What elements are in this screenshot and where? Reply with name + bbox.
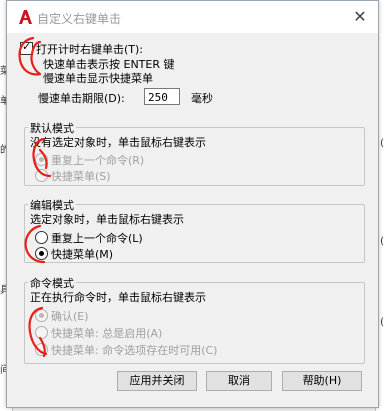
edit-shortcut-menu-radio[interactable] xyxy=(35,247,48,260)
command-confirm-label[interactable]: 确认(E) xyxy=(51,308,89,324)
command-shortcut-always-label[interactable]: 快捷菜单: 总是启用(A) xyxy=(51,325,162,341)
enable-timed-right-click-checkbox[interactable]: ✓ xyxy=(20,40,33,55)
command-mode-description: 正在执行命令时，单击鼠标右键表示 xyxy=(30,291,206,304)
apply-and-close-button[interactable]: 应用并关闭 xyxy=(117,371,197,391)
edit-repeat-last-radio[interactable] xyxy=(35,231,48,244)
default-shortcut-menu-label[interactable]: 快捷菜单(S) xyxy=(51,168,111,184)
default-repeat-last-label[interactable]: 重复上一个命令(R) xyxy=(51,152,144,168)
edit-repeat-last-label[interactable]: 重复上一个命令(L) xyxy=(51,230,143,246)
slow-click-unit: 毫秒 xyxy=(191,92,213,105)
default-mode-description: 没有选定对象时，单击鼠标右键表示 xyxy=(30,136,206,149)
command-shortcut-options-radio[interactable] xyxy=(35,343,48,356)
help-button[interactable]: 帮助(H) xyxy=(282,371,362,391)
default-shortcut-menu-radio[interactable] xyxy=(35,169,48,182)
autocad-app-icon xyxy=(19,10,32,24)
title-bar[interactable]: 自定义右键单击 ✕ xyxy=(7,1,378,33)
edit-shortcut-menu-label[interactable]: 快捷菜单(M) xyxy=(51,246,113,262)
command-confirm-radio[interactable] xyxy=(35,309,48,322)
command-shortcut-always-radio[interactable] xyxy=(35,326,48,339)
enable-timed-right-click-label[interactable]: 打开计时右键单击(T): xyxy=(36,41,143,57)
checkmark-icon: ✓ xyxy=(22,40,32,53)
default-repeat-last-radio[interactable] xyxy=(35,153,48,166)
edit-mode-description: 选定对象时，单击鼠标右键表示 xyxy=(30,213,184,226)
slow-click-duration-input[interactable]: 250 xyxy=(144,88,180,105)
right-click-dialog: 自定义右键单击 ✕ ✓ 打开计时右键单击(T): 快速单击表示按 ENTER 键… xyxy=(6,0,379,408)
bg-text-fragment: ( xyxy=(380,236,384,247)
bg-text-fragment: ( xyxy=(380,317,384,328)
bg-text-fragment: ( xyxy=(380,138,384,149)
close-icon[interactable]: ✕ xyxy=(350,7,370,27)
slow-click-duration-label: 慢速单击期限(D): xyxy=(38,92,125,105)
slow-click-description: 慢速单击显示快捷菜单 xyxy=(43,72,153,85)
cancel-button[interactable]: 取消 xyxy=(206,371,272,391)
command-shortcut-options-label[interactable]: 快捷菜单: 命令选项存在时可用(C) xyxy=(51,342,217,358)
dialog-title: 自定义右键单击 xyxy=(37,12,122,26)
